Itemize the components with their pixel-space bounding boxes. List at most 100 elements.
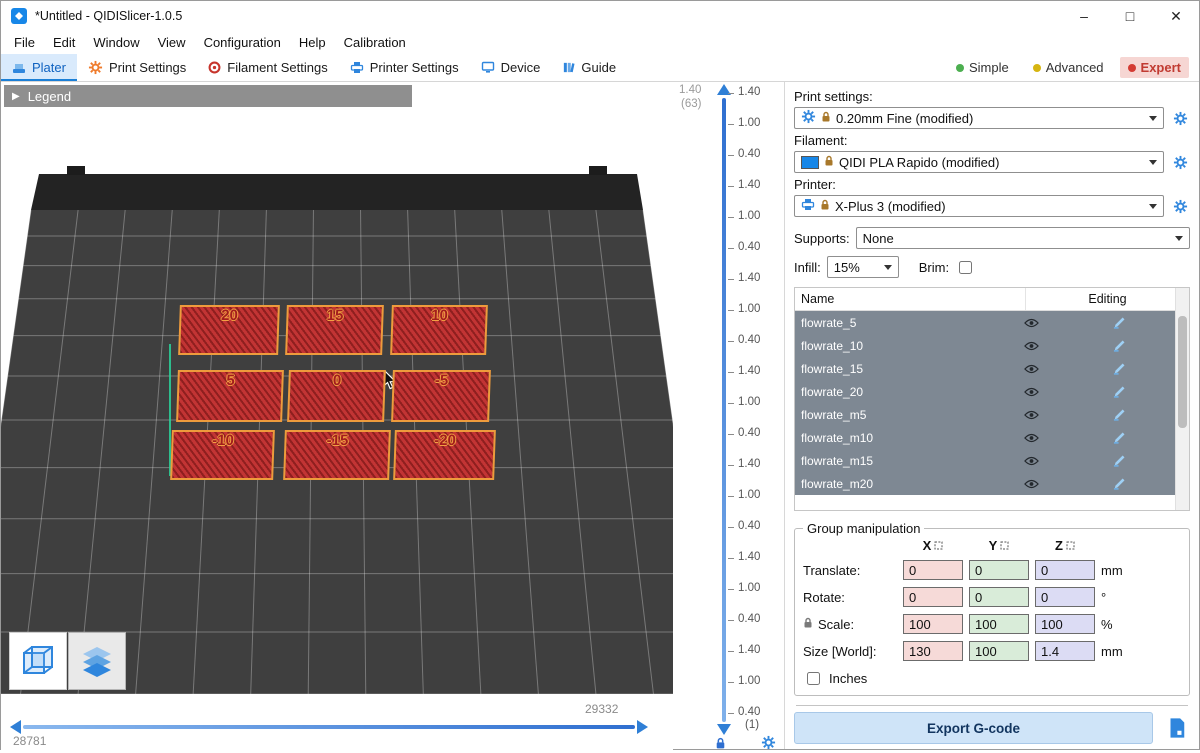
isometric-view-button[interactable] — [9, 632, 67, 690]
menu-calibration[interactable]: Calibration — [335, 33, 415, 52]
edit-icon[interactable] — [1049, 477, 1189, 490]
layer-slider[interactable] — [722, 98, 726, 722]
layer-lock-icon[interactable] — [715, 737, 726, 753]
model-flowrate--15[interactable]: -15 — [283, 430, 391, 480]
viewport-3d[interactable]: ▶ Legend — [1, 82, 673, 751]
layer-tick — [728, 713, 734, 714]
object-row-flowrate-10[interactable]: flowrate_10 — [795, 334, 1189, 357]
menu-help[interactable]: Help — [290, 33, 335, 52]
uniform-scale-lock-icon[interactable] — [803, 617, 813, 632]
manip-input-translate--y[interactable]: 0 — [969, 560, 1029, 580]
hslider-right-arrow[interactable] — [637, 720, 648, 734]
tab-print-settings[interactable]: Print Settings — [77, 54, 197, 81]
object-row-flowrate-m15[interactable]: flowrate_m15 — [795, 449, 1189, 472]
edit-icon[interactable] — [1049, 454, 1189, 467]
eye-icon[interactable] — [1013, 318, 1049, 328]
manip-input-rotate--z[interactable]: 0 — [1035, 587, 1095, 607]
menu-bar: FileEditWindowViewConfigurationHelpCalib… — [1, 31, 1199, 54]
model-flowrate--10[interactable]: -10 — [170, 430, 275, 480]
tab-printer-settings[interactable]: Printer Settings — [339, 54, 470, 81]
manip-input-translate--x[interactable]: 0 — [903, 560, 963, 580]
printer-combo[interactable]: X-Plus 3 (modified) — [794, 195, 1164, 217]
legend-bar[interactable]: ▶ Legend — [4, 85, 412, 107]
object-row-flowrate-5[interactable]: flowrate_5 — [795, 311, 1189, 334]
maximize-button[interactable]: □ — [1107, 1, 1153, 31]
manip-input-rotate--y[interactable]: 0 — [969, 587, 1029, 607]
inches-checkbox[interactable] — [807, 672, 820, 685]
close-button[interactable]: ✕ — [1153, 1, 1199, 31]
manip-input-size-world--y[interactable]: 100 — [969, 641, 1029, 661]
horizontal-slider[interactable] — [23, 725, 635, 729]
manip-input-scale--x[interactable]: 100 — [903, 614, 963, 634]
manip-input-scale--y[interactable]: 100 — [969, 614, 1029, 634]
edit-icon[interactable] — [1049, 408, 1189, 421]
mode-expert[interactable]: Expert — [1120, 57, 1189, 78]
layers-view-button[interactable] — [68, 632, 126, 690]
editing-column-header[interactable]: Editing — [1025, 288, 1189, 310]
eye-icon[interactable] — [1013, 341, 1049, 351]
menu-view[interactable]: View — [149, 33, 195, 52]
eye-icon[interactable] — [1013, 387, 1049, 397]
minimize-button[interactable]: – — [1061, 1, 1107, 31]
manip-input-rotate--x[interactable]: 0 — [903, 587, 963, 607]
print-settings-gear-button[interactable] — [1170, 108, 1190, 128]
export-gcode-button[interactable]: Export G-code — [794, 712, 1153, 744]
qidislicer-window: *Untitled - QIDISlicer-1.0.5 – □ ✕ FileE… — [0, 0, 1200, 750]
menu-edit[interactable]: Edit — [44, 33, 84, 52]
tab-plater[interactable]: Plater — [1, 54, 77, 81]
edit-icon[interactable] — [1049, 431, 1189, 444]
eye-icon[interactable] — [1013, 433, 1049, 443]
menu-file[interactable]: File — [5, 33, 44, 52]
layer-tick-label: 0.40 — [738, 706, 760, 718]
model-flowrate-0[interactable]: 0 — [287, 370, 386, 422]
menu-window[interactable]: Window — [84, 33, 148, 52]
mode-label: Simple — [969, 60, 1009, 75]
infill-combo[interactable]: 15% — [827, 256, 899, 278]
object-row-flowrate-m20[interactable]: flowrate_m20 — [795, 472, 1189, 495]
model-flowrate-5[interactable]: 5 — [176, 370, 284, 422]
brim-checkbox[interactable] — [959, 261, 972, 274]
object-name: flowrate_20 — [795, 385, 1013, 399]
tab-filament-settings[interactable]: Filament Settings — [197, 54, 338, 81]
print-settings-combo[interactable]: 0.20mm Fine (modified) — [794, 107, 1164, 129]
layer-slider-gear-icon[interactable] — [761, 735, 776, 753]
manip-input-translate--z[interactable]: 0 — [1035, 560, 1095, 580]
eye-icon[interactable] — [1013, 410, 1049, 420]
model-flowrate--20[interactable]: -20 — [393, 430, 496, 480]
model-flowrate-15[interactable]: 15 — [285, 305, 384, 355]
hslider-left-arrow[interactable] — [10, 720, 21, 734]
mode-simple[interactable]: Simple — [948, 57, 1017, 78]
tab-device[interactable]: Device — [470, 54, 552, 81]
object-row-flowrate-m5[interactable]: flowrate_m5 — [795, 403, 1189, 426]
edit-icon[interactable] — [1049, 316, 1189, 329]
export-to-sd-button[interactable] — [1162, 713, 1190, 743]
filament-combo[interactable]: QIDI PLA Rapido (modified) — [794, 151, 1164, 173]
tab-guide[interactable]: Guide — [551, 54, 627, 81]
model-flowrate-10[interactable]: 10 — [390, 305, 488, 355]
layer-slider-down-arrow[interactable] — [717, 724, 731, 735]
object-row-flowrate-20[interactable]: flowrate_20 — [795, 380, 1189, 403]
object-row-flowrate-m10[interactable]: flowrate_m10 — [795, 426, 1189, 449]
printer-gear-button[interactable] — [1170, 196, 1190, 216]
mode-label: Advanced — [1046, 60, 1104, 75]
model-flowrate--5[interactable]: -5 — [391, 370, 491, 422]
edit-icon[interactable] — [1049, 385, 1189, 398]
manip-input-scale--z[interactable]: 100 — [1035, 614, 1095, 634]
object-row-flowrate-15[interactable]: flowrate_15 — [795, 357, 1189, 380]
manip-input-size-world--x[interactable]: 130 — [903, 641, 963, 661]
supports-combo[interactable]: None — [856, 227, 1190, 249]
eye-icon[interactable] — [1013, 364, 1049, 374]
edit-icon[interactable] — [1049, 339, 1189, 352]
filament-gear-button[interactable] — [1170, 152, 1190, 172]
scrollbar-thumb[interactable] — [1178, 316, 1187, 428]
name-column-header[interactable]: Name — [795, 292, 1025, 306]
model-flowrate-20[interactable]: 20 — [178, 305, 280, 355]
manip-input-size-world--z[interactable]: 1.4 — [1035, 641, 1095, 661]
legend-expand-icon[interactable]: ▶ — [12, 91, 20, 102]
mode-advanced[interactable]: Advanced — [1025, 57, 1112, 78]
edit-icon[interactable] — [1049, 362, 1189, 375]
eye-icon[interactable] — [1013, 479, 1049, 489]
eye-icon[interactable] — [1013, 456, 1049, 466]
menu-configuration[interactable]: Configuration — [195, 33, 290, 52]
object-list-scrollbar[interactable] — [1175, 288, 1189, 510]
